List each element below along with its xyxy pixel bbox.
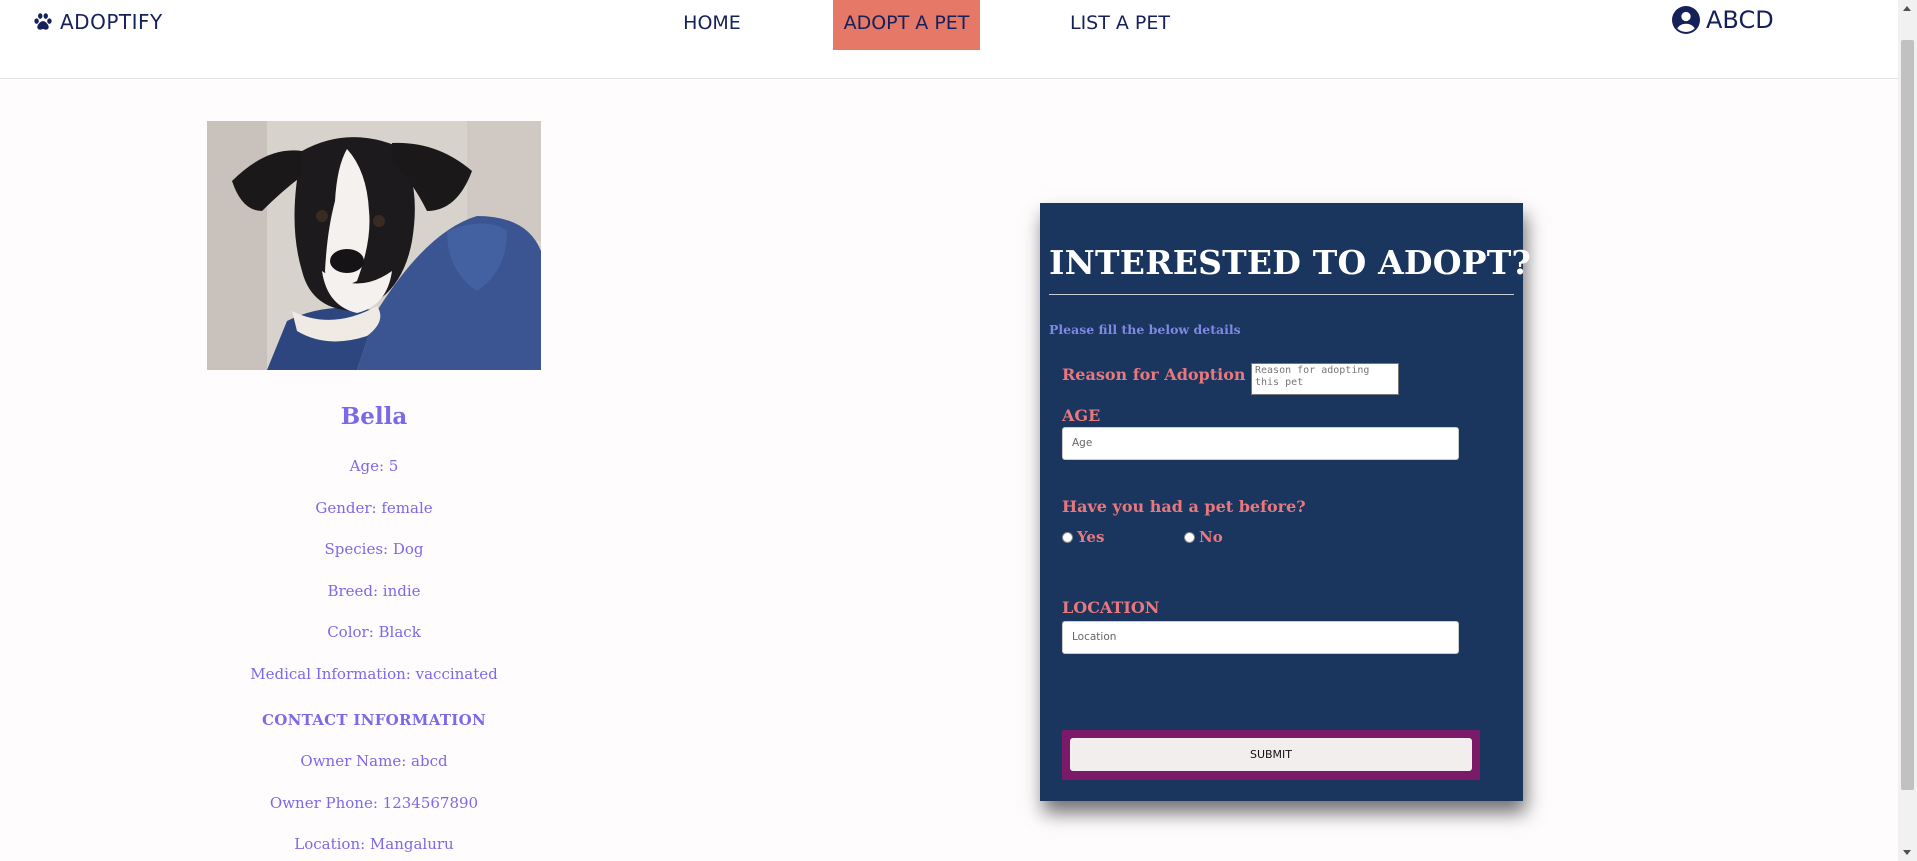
radio-circle-icon[interactable] — [1184, 531, 1195, 543]
user-name: ABCD — [1706, 6, 1774, 34]
brand-name: ADOPTIFY — [60, 10, 163, 34]
radio-yes[interactable]: Yes — [1062, 528, 1104, 546]
pet-gender: Gender: female — [315, 498, 433, 517]
reason-label: Reason for Adoption — [1062, 365, 1246, 384]
top-navbar: ADOPTIFY HOME ADOPT A PET LIST A PET ABC… — [0, 0, 1898, 79]
submit-button[interactable]: SUBMIT — [1070, 738, 1472, 771]
submit-button-frame: SUBMIT — [1062, 730, 1480, 780]
pet-color: Color: Black — [327, 623, 421, 641]
pet-breed: Breed: indie — [327, 581, 421, 600]
form-divider — [1049, 294, 1514, 295]
contact-info-heading: CONTACT INFORMATION — [261, 711, 486, 729]
user-circle-icon — [1672, 6, 1700, 34]
brand-logo[interactable]: ADOPTIFY — [32, 10, 163, 34]
age-input[interactable]: Age — [1062, 427, 1459, 460]
nav-adopt-a-pet-link[interactable]: ADOPT A PET — [833, 0, 980, 50]
location-label: LOCATION — [1062, 598, 1160, 617]
form-subtitle: Please fill the below details — [1049, 322, 1241, 337]
scroll-up-arrow-icon[interactable] — [1898, 0, 1917, 17]
pet-before-label: Have you had a pet before? — [1062, 497, 1306, 516]
dog-photo-image — [207, 121, 541, 370]
pet-photo — [207, 121, 541, 370]
reason-textarea[interactable]: Reason for adopting this pet — [1251, 363, 1399, 395]
scroll-down-arrow-icon[interactable] — [1898, 844, 1917, 861]
location-input[interactable]: Location — [1062, 621, 1459, 654]
form-title: INTERESTED TO ADOPT? — [1049, 243, 1532, 282]
radio-yes-label: Yes — [1077, 528, 1105, 546]
scrollbar-thumb[interactable] — [1901, 40, 1914, 790]
page-scrollbar[interactable] — [1898, 0, 1917, 861]
pet-age: Age: 5 — [349, 457, 399, 475]
radio-circle-icon[interactable] — [1062, 531, 1073, 543]
paw-icon — [34, 13, 52, 30]
pet-species: Species: Dog — [324, 540, 424, 558]
user-menu[interactable]: ABCD — [1672, 6, 1774, 34]
adoption-form-card: INTERESTED TO ADOPT? Please fill the bel… — [1040, 203, 1531, 801]
nav-list-a-pet-link[interactable]: LIST A PET — [1062, 0, 1178, 50]
pet-details: Bella Age: 5 Gender: female Species: Dog… — [174, 398, 574, 861]
radio-no-label: No — [1199, 528, 1223, 546]
nav-home-link[interactable]: HOME — [672, 0, 752, 50]
pet-name: Bella — [340, 403, 408, 430]
owner-name: Owner Name: abcd — [300, 752, 448, 770]
pet-medical-info: Medical Information: vaccinated — [250, 664, 498, 683]
pet-location: Location: Mangaluru — [294, 835, 454, 853]
radio-no[interactable]: No — [1184, 528, 1223, 546]
age-label: AGE — [1062, 406, 1101, 425]
owner-phone: Owner Phone: 1234567890 — [269, 793, 479, 812]
